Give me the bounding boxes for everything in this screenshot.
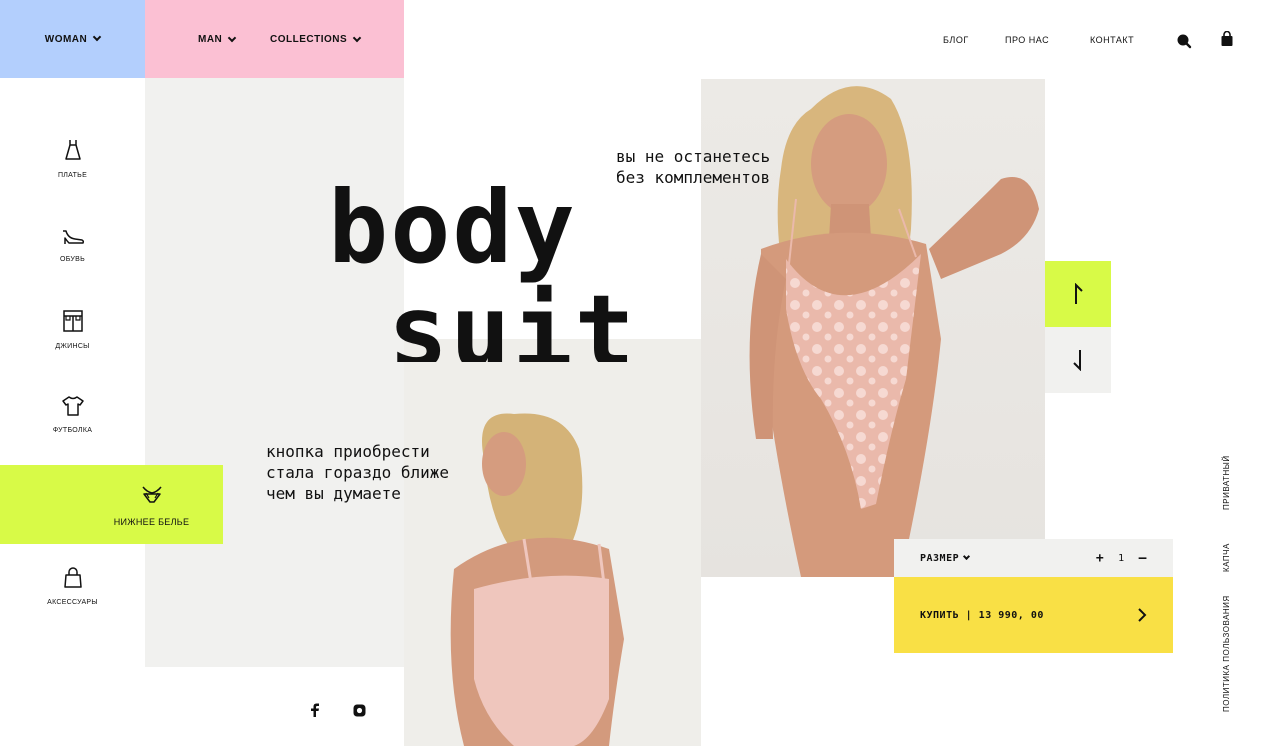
arrow-up-icon — [1075, 283, 1083, 304]
hero-headline-line1: body — [328, 169, 577, 286]
chevron-down-icon — [93, 32, 102, 42]
quantity-stepper: + 1 – — [1096, 551, 1147, 566]
category-tshirt-label: ФУТБОЛКА — [52, 427, 93, 434]
category-lingerie-active[interactable]: НИЖНЕЕ БЕЛЬЕ — [0, 465, 223, 544]
model-back-photo-illustration — [450, 413, 624, 746]
size-selector-bar: РАЗМЕР + 1 – — [894, 539, 1173, 577]
chevron-down-icon — [963, 552, 971, 560]
slide-down-button[interactable] — [1045, 327, 1111, 393]
category-shoes[interactable]: ОБУВЬ — [0, 226, 145, 263]
lingerie-icon — [141, 483, 163, 509]
shopping-bag-icon[interactable] — [1220, 30, 1234, 51]
search-icon[interactable] — [1176, 33, 1192, 53]
buy-label: КУПИТЬ | 13 990, 00 — [920, 609, 1044, 621]
category-accessories-label: АКСЕССУАРЫ — [47, 599, 98, 606]
category-dress-label: ПЛАТЬЕ — [57, 172, 88, 179]
hero-grey-panel — [145, 78, 404, 667]
category-accessories[interactable]: АКСЕССУАРЫ — [0, 567, 145, 606]
arrow-down-icon — [1073, 350, 1081, 371]
qty-value: 1 — [1118, 552, 1125, 564]
chevron-down-icon — [352, 33, 362, 42]
nav-about[interactable]: ПРО НАС — [1005, 35, 1049, 45]
high-heel-icon — [61, 226, 85, 250]
category-dress[interactable]: ПЛАТЬЕ — [0, 138, 145, 179]
link-captcha[interactable]: КАПЧА — [1222, 543, 1231, 572]
handbag-icon — [63, 567, 83, 593]
nav-woman-label: WOMAN — [44, 33, 88, 45]
buy-button[interactable]: КУПИТЬ | 13 990, 00 — [894, 577, 1173, 653]
instagram-icon[interactable] — [353, 702, 366, 721]
nav-collections-label: COLLECTIONS — [270, 34, 348, 45]
nav-man-label: MAN — [198, 34, 223, 45]
category-shoes-label: ОБУВЬ — [59, 256, 86, 263]
nav-collections[interactable]: COLLECTIONS — [270, 33, 362, 45]
category-lingerie-label: НИЖНЕЕ БЕЛЬЕ — [113, 516, 190, 527]
link-privacy[interactable]: ПРИВАТНЫЙ — [1222, 455, 1231, 510]
slide-up-button[interactable] — [1045, 261, 1111, 327]
category-tshirt[interactable]: ФУТБОЛКА — [0, 395, 145, 434]
nav-woman[interactable]: WOMAN — [44, 32, 102, 45]
nav-blog[interactable]: БЛОГ — [943, 35, 969, 45]
nav-man[interactable]: MAN — [198, 33, 237, 45]
size-dropdown[interactable]: РАЗМЕР — [920, 552, 971, 564]
qty-plus-button[interactable]: + — [1096, 551, 1104, 566]
hero-headline-line2-wrap: suit — [388, 282, 688, 362]
size-label: РАЗМЕР — [920, 552, 960, 564]
hero-headline-line2: suit — [388, 282, 637, 362]
facebook-icon[interactable] — [310, 702, 320, 721]
jeans-icon — [62, 309, 84, 337]
tagline-bottom: кнопка приобрести стала гораздо ближе че… — [266, 442, 450, 503]
nav-woman-block: WOMAN — [0, 0, 145, 78]
hero-photo-secondary — [404, 339, 701, 746]
nav-contact[interactable]: КОНТАКТ — [1090, 35, 1134, 45]
tagline-top: вы не останетесь без комплементов — [616, 147, 771, 187]
link-terms[interactable]: ПОЛИТИКА ПОЛЬЗОВАНИЯ — [1222, 595, 1231, 712]
tshirt-icon — [61, 395, 85, 421]
chevron-down-icon — [228, 33, 237, 42]
chevron-right-icon — [1138, 608, 1147, 622]
dress-icon — [63, 138, 83, 166]
category-jeans[interactable]: ДЖИНСЫ — [0, 309, 145, 350]
qty-minus-button[interactable]: – — [1139, 551, 1147, 566]
category-jeans-label: ДЖИНСЫ — [55, 343, 90, 350]
